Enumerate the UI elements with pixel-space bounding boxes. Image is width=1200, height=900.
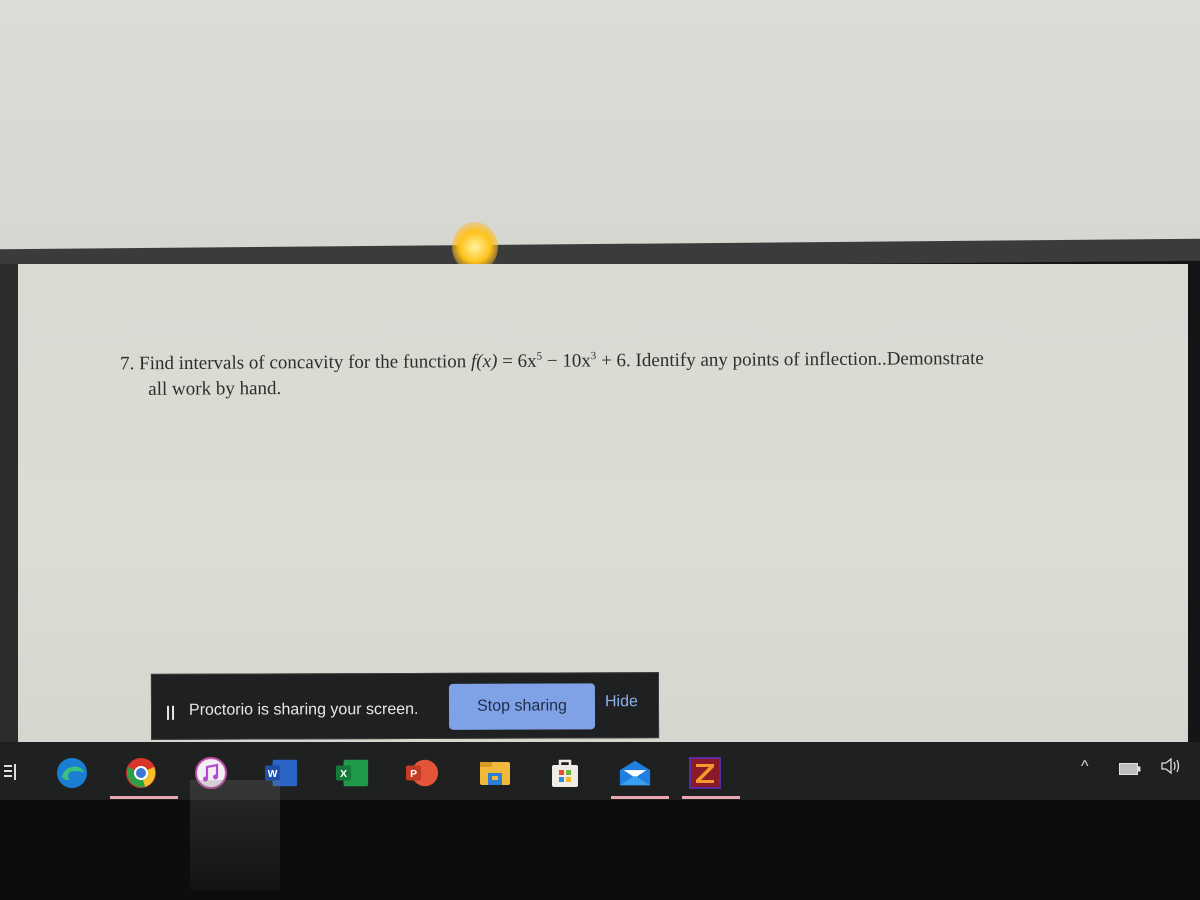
question-7: 7. Find intervals of concavity for the f… — [120, 340, 1120, 403]
volume-icon[interactable] — [1160, 756, 1182, 781]
question-number: 7. — [120, 353, 135, 375]
excel-letter: X — [340, 769, 347, 780]
filezilla-active-indicator — [682, 796, 740, 799]
function-name: f(x) — [470, 351, 498, 373]
word-letter: W — [268, 769, 278, 780]
function-end: + 6. — [596, 350, 631, 372]
search-icon[interactable] — [0, 756, 22, 790]
function-mid: − 10x — [542, 350, 591, 372]
monitor-top-area — [0, 0, 1200, 250]
pause-icon — [167, 706, 175, 720]
hide-button[interactable]: Hide — [605, 693, 638, 711]
store-icon[interactable] — [548, 756, 582, 790]
filezilla-icon[interactable] — [688, 756, 722, 790]
screen-left-edge — [0, 264, 18, 744]
chrome-active-indicator — [110, 796, 178, 799]
edge-icon[interactable] — [55, 756, 89, 790]
powerpoint-icon[interactable]: P — [406, 756, 440, 790]
question-text-2: Identify any points of inflection..Demon… — [630, 348, 984, 372]
proctorio-share-banner: Proctorio is sharing your screen. Stop s… — [150, 672, 660, 740]
mail-icon[interactable] — [618, 756, 652, 790]
share-message: Proctorio is sharing your screen. — [188, 700, 419, 719]
taskbar: W X P ^ — [0, 742, 1200, 800]
monitor-bezel — [0, 800, 1200, 900]
function-eq: = 6x — [497, 350, 537, 373]
file-explorer-icon[interactable] — [478, 756, 512, 790]
excel-icon[interactable]: X — [336, 756, 370, 790]
mail-active-indicator — [611, 796, 669, 799]
light-reflection — [190, 780, 280, 890]
stop-sharing-button[interactable]: Stop sharing — [448, 683, 596, 730]
show-hidden-icons-chevron-icon[interactable]: ^ — [1081, 758, 1089, 776]
battery-icon[interactable] — [1119, 762, 1141, 780]
powerpoint-letter: P — [410, 769, 417, 780]
chrome-icon[interactable] — [124, 756, 158, 790]
question-line-1: 7. Find intervals of concavity for the f… — [120, 340, 1120, 377]
question-text: Find intervals of concavity for the func… — [139, 351, 472, 375]
